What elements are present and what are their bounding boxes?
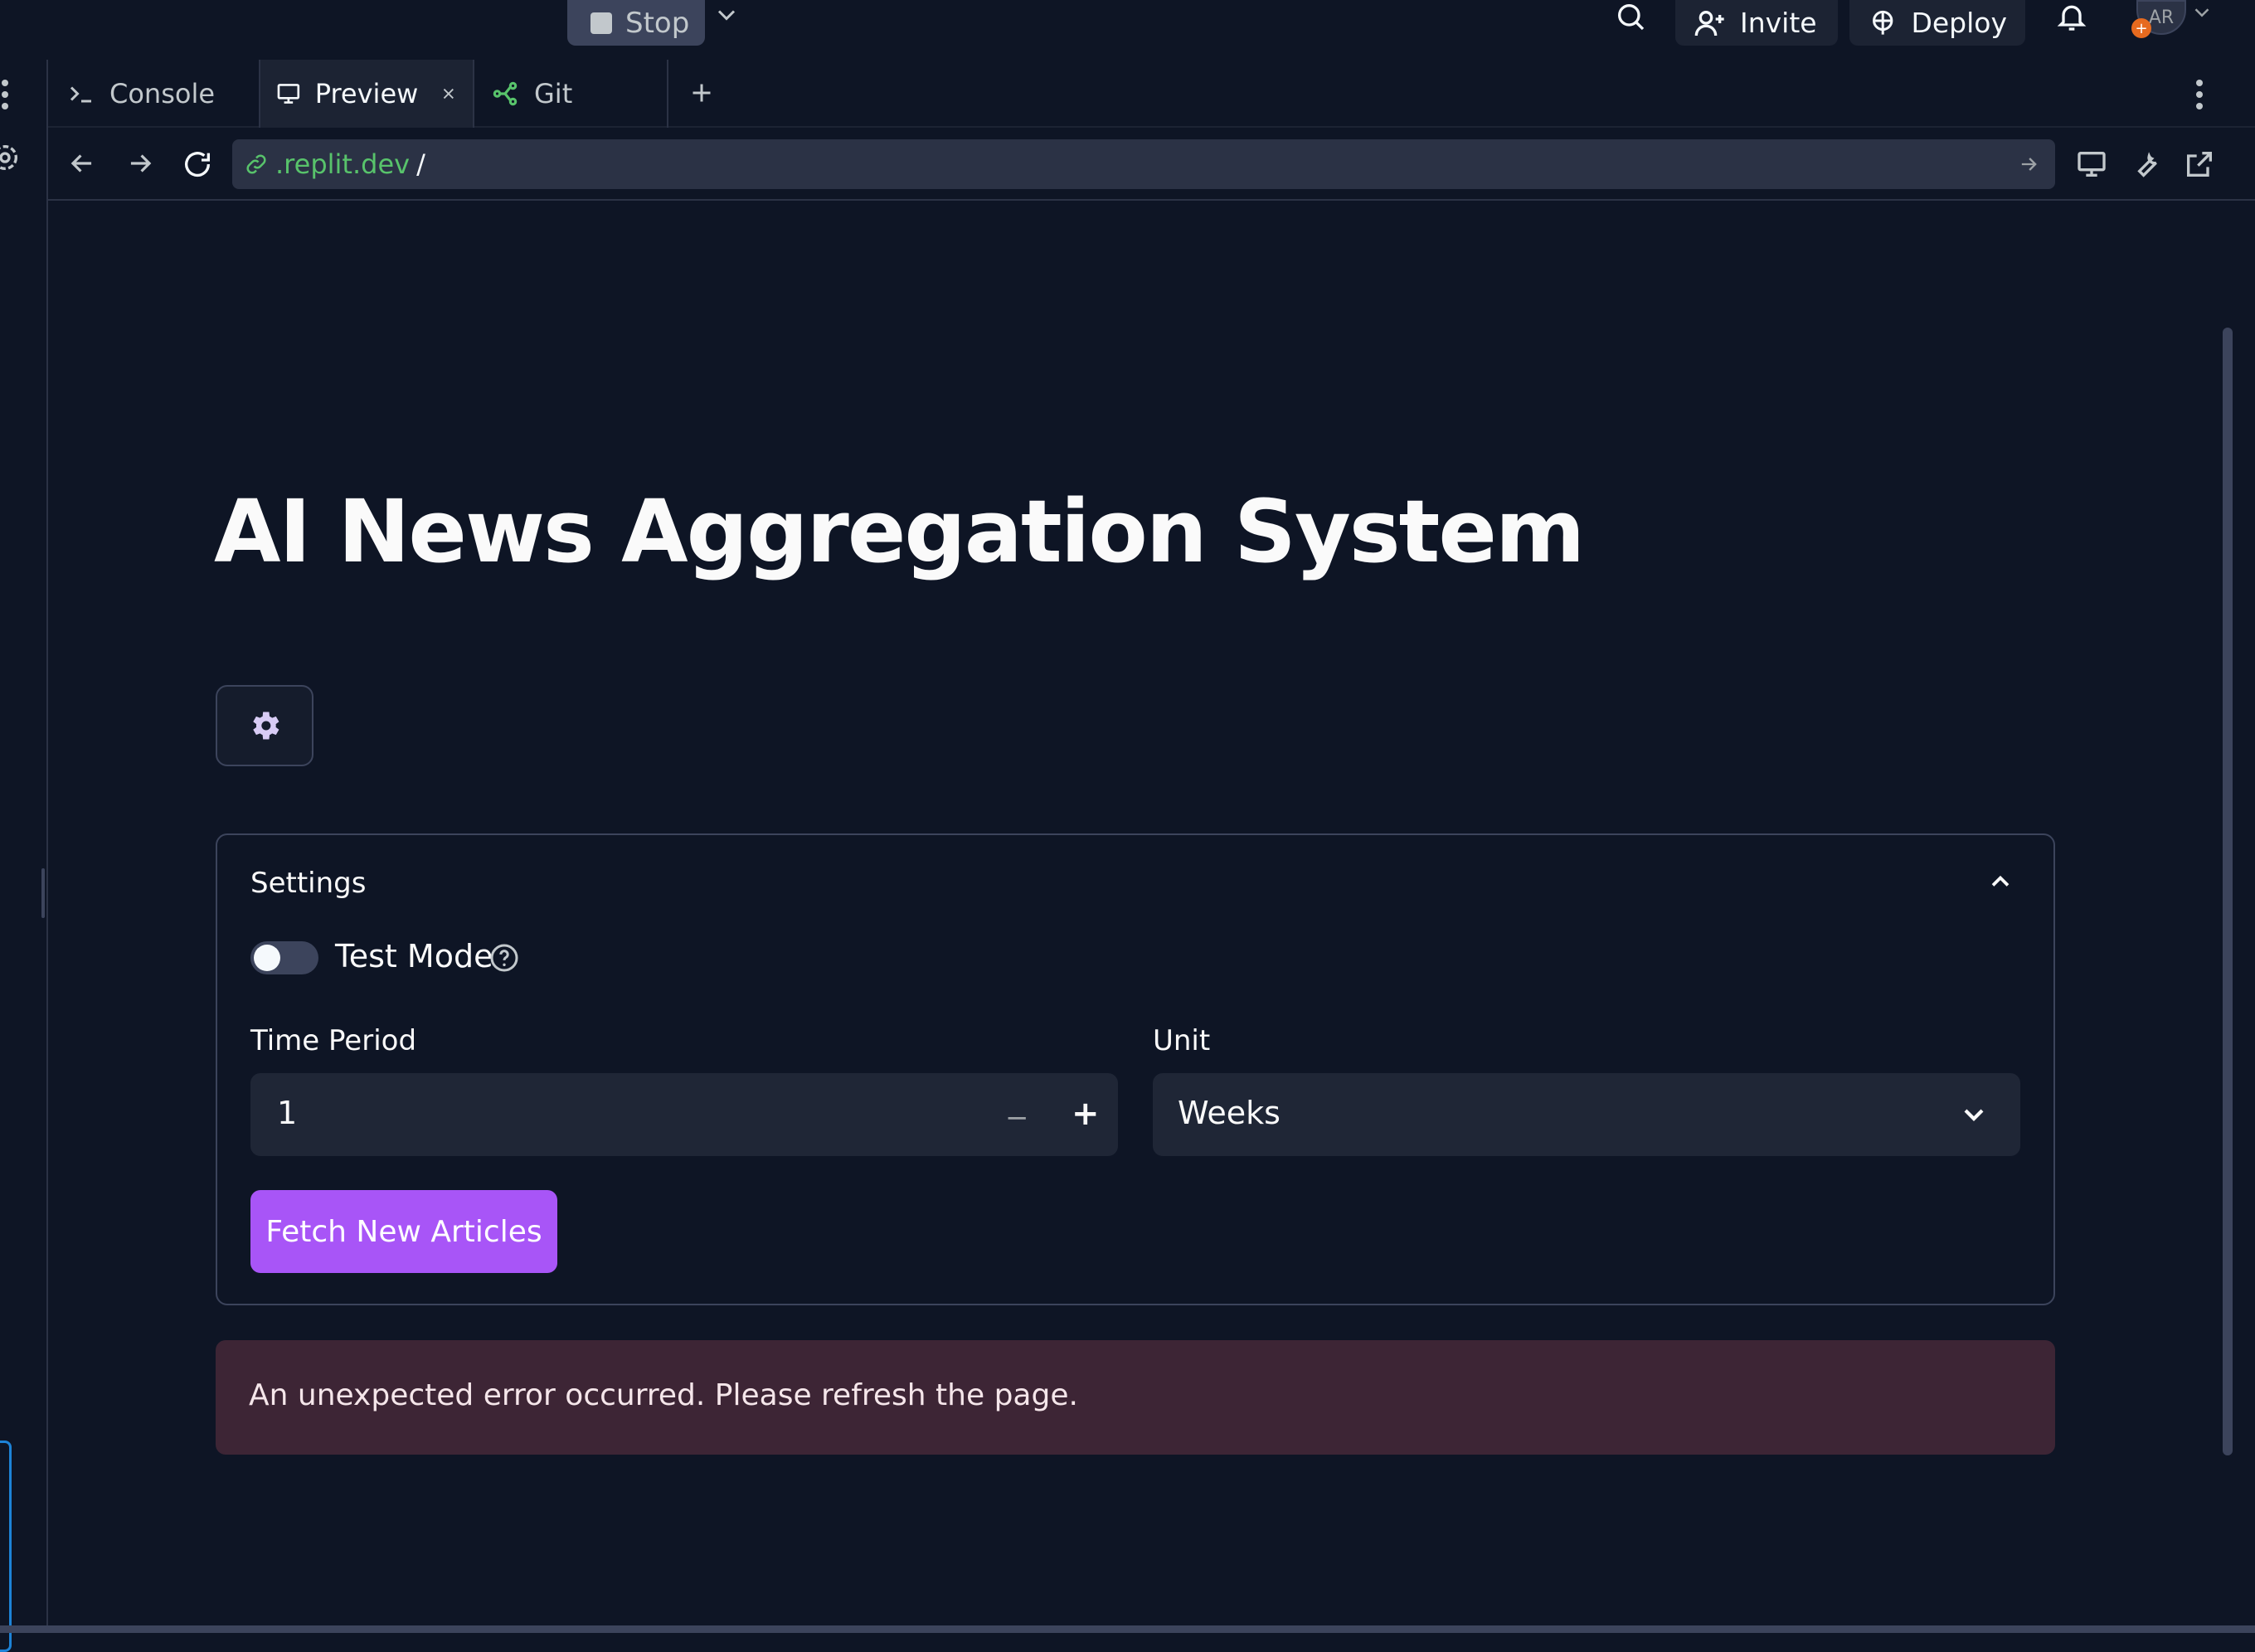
tab-preview[interactable]: Preview bbox=[260, 60, 473, 128]
url-host: .replit.dev bbox=[275, 148, 411, 180]
link-icon bbox=[246, 154, 266, 174]
unit-label: Unit bbox=[1153, 1024, 1211, 1057]
tab-git[interactable]: Git bbox=[474, 60, 665, 128]
increment-button[interactable]: + bbox=[1072, 1095, 1100, 1133]
chevron-down-icon bbox=[1964, 1109, 1984, 1121]
resize-handle[interactable] bbox=[41, 868, 45, 918]
invite-button[interactable]: Invite bbox=[1675, 0, 1838, 46]
time-period-label: Time Period bbox=[250, 1024, 417, 1057]
settings-panel: Settings Test Mode Time Period Unit 1 − … bbox=[216, 833, 2055, 1305]
vertical-scrollbar[interactable] bbox=[2223, 328, 2233, 1455]
search-icon[interactable] bbox=[1614, 0, 1647, 33]
tab-bar: Console Preview Git bbox=[48, 60, 2255, 128]
error-alert: An unexpected error occurred. Please ref… bbox=[216, 1340, 2055, 1455]
test-mode-toggle[interactable] bbox=[250, 941, 318, 974]
terminal-icon bbox=[70, 86, 91, 103]
decrement-button[interactable]: − bbox=[1005, 1101, 1029, 1135]
stop-button[interactable]: Stop bbox=[567, 0, 705, 46]
unit-value: Weeks bbox=[1178, 1095, 1281, 1131]
url-field[interactable]: .replit.dev / bbox=[232, 139, 2055, 189]
more-vertical-icon[interactable] bbox=[0, 78, 10, 111]
help-icon[interactable] bbox=[488, 941, 521, 974]
top-bar: Stop Invite Deploy AR + bbox=[0, 0, 2255, 60]
tab-console-label: Console bbox=[109, 78, 216, 109]
settings-toggle-button[interactable] bbox=[216, 685, 313, 766]
forward-arrow-icon[interactable] bbox=[124, 148, 156, 179]
settings-header[interactable]: Settings bbox=[250, 867, 366, 900]
time-period-value: 1 bbox=[277, 1095, 298, 1131]
monitor-icon[interactable] bbox=[2075, 148, 2108, 181]
gear-icon bbox=[253, 712, 279, 740]
external-link-icon[interactable] bbox=[2183, 148, 2216, 181]
error-message: An unexpected error occurred. Please ref… bbox=[249, 1378, 1078, 1412]
close-icon[interactable] bbox=[440, 83, 458, 104]
chevron-up-icon[interactable] bbox=[1985, 867, 2015, 896]
gear-icon[interactable] bbox=[0, 141, 22, 174]
stop-square-icon bbox=[590, 12, 612, 34]
notification-badge: + bbox=[2131, 18, 2151, 38]
url-path: / bbox=[416, 148, 425, 180]
tab-git-label: Git bbox=[534, 78, 573, 109]
monitor-icon bbox=[277, 84, 300, 104]
bottom-border bbox=[0, 1625, 2255, 1633]
fetch-articles-button[interactable]: Fetch New Articles bbox=[250, 1190, 557, 1273]
more-vertical-icon[interactable] bbox=[2194, 78, 2204, 111]
tab-divider bbox=[667, 60, 668, 128]
wrench-icon[interactable] bbox=[2130, 148, 2163, 181]
go-arrow-icon[interactable] bbox=[2017, 153, 2040, 176]
invite-label: Invite bbox=[1740, 7, 1817, 39]
tab-preview-label: Preview bbox=[314, 78, 419, 109]
back-arrow-icon[interactable] bbox=[66, 148, 98, 179]
test-mode-label: Test Mode bbox=[335, 938, 493, 974]
left-panel-edge bbox=[0, 60, 48, 1652]
toggle-knob bbox=[254, 945, 280, 971]
deploy-icon bbox=[1873, 10, 1893, 35]
address-bar: .replit.dev / bbox=[48, 129, 2255, 201]
stop-button-label: Stop bbox=[625, 6, 690, 40]
deploy-button[interactable]: Deploy bbox=[1849, 0, 2025, 46]
refresh-icon[interactable] bbox=[181, 148, 214, 181]
chevron-down-icon[interactable] bbox=[2189, 0, 2214, 25]
side-panel-edge bbox=[0, 1441, 12, 1652]
git-branch-icon bbox=[493, 81, 518, 106]
unit-select[interactable]: Weeks bbox=[1153, 1073, 2020, 1156]
add-user-icon bbox=[1694, 10, 1724, 36]
add-tab-icon[interactable] bbox=[687, 78, 717, 108]
deploy-label: Deploy bbox=[1911, 7, 2007, 39]
page-title: AI News Aggregation System bbox=[214, 481, 1585, 582]
bell-icon[interactable] bbox=[2055, 0, 2088, 33]
tab-console[interactable]: Console bbox=[51, 60, 259, 128]
chevron-down-icon[interactable] bbox=[712, 0, 741, 30]
time-period-input[interactable]: 1 − + bbox=[250, 1073, 1118, 1156]
avatar-initials: AR bbox=[2148, 7, 2175, 28]
